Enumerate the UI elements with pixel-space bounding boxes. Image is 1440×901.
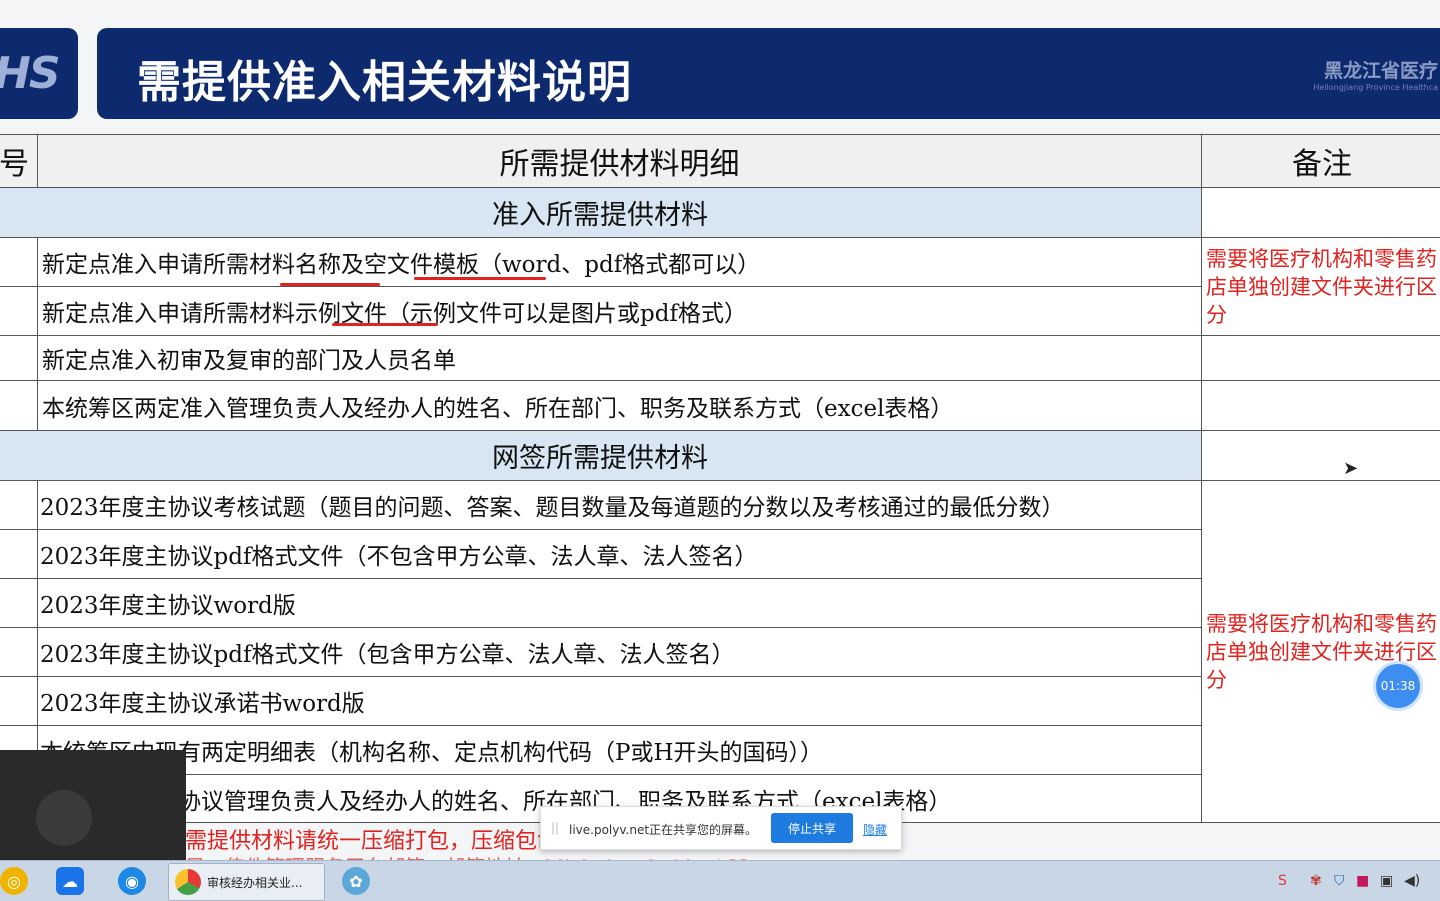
shield-icon[interactable]: ⛉	[1334, 873, 1345, 889]
table-row: 2023年度主协议pdf格式文件（不包含甲方公章、法人章、法人签名）	[37, 529, 1202, 579]
row-seq	[0, 578, 38, 628]
chat-app-icon[interactable]: ✿	[342, 867, 370, 895]
annotation-underline	[414, 277, 546, 280]
row-seq	[0, 480, 38, 530]
tray-notify-icon[interactable]: ■	[1356, 873, 1369, 889]
floating-timer[interactable]: 01:38	[1376, 664, 1420, 708]
taskbar-app-label: 审核经办相关业...	[207, 875, 303, 890]
annotation-underline	[332, 323, 438, 326]
col-header-desc: 所需提供材料明细	[37, 134, 1202, 188]
screen-share-bar: || live.polyv.net正在共享您的屏幕。 停止共享 隐藏	[540, 806, 902, 850]
table-row: 2023年度主协议pdf格式文件（包含甲方公章、法人章、法人签名）	[37, 627, 1202, 677]
table-row: 2023年度主协议承诺书word版	[37, 676, 1202, 726]
note-cell-section1: 需要将医疗机构和零售药店单独创建文件夹进行区分	[1201, 237, 1440, 336]
annotation-underline	[280, 283, 380, 286]
title-bar: 需提供准入相关材料说明 黑龙江省医疗 Heilongjiang Province…	[97, 28, 1440, 119]
row-seq	[0, 335, 38, 381]
webcam-preview[interactable]	[0, 750, 186, 860]
org-name: 黑龙江省医疗	[1323, 60, 1438, 82]
table-row: 新定点准入初审及复审的部门及人员名单	[37, 335, 1202, 381]
col-header-note: 备注	[1201, 134, 1440, 188]
taskbar-active-app[interactable]: 审核经办相关业...	[168, 863, 325, 901]
table-row: 新定点准入申请所需材料示例文件（示例文件可以是图片或pdf格式）	[37, 286, 1202, 336]
note-cell-empty	[1201, 335, 1440, 381]
table-row: 本统筹区内现有两定明细表（机构名称、定点机构代码（P或H开头的国码））	[37, 725, 1202, 775]
mouse-cursor-icon: ➤	[1343, 458, 1359, 479]
section-note-empty	[1201, 187, 1440, 238]
table-row: 2023年度主协议word版	[37, 578, 1202, 628]
org-name-en: Heilongjiang Province Healthca	[1313, 83, 1438, 92]
table-row: 新定点准入申请所需材料名称及空文件模板（word、pdf格式都可以）	[37, 237, 1202, 287]
share-message: live.polyv.net正在共享您的屏幕。	[569, 823, 758, 837]
ime-icon[interactable]: S	[1278, 873, 1287, 889]
table-row: 本统筹区两定准入管理负责人及经办人的姓名、所在部门、职务及联系方式（excel表…	[37, 380, 1202, 431]
taskbar: ◎ ☁ ◉ 审核经办相关业... ✿ S ✾ ⛉ ■ ▣ ◀)	[0, 860, 1440, 901]
row-seq	[0, 676, 38, 726]
section-note-empty	[1201, 430, 1440, 481]
note-cell-section2: 需要将医疗机构和零售药店单独创建文件夹进行区分	[1201, 480, 1440, 823]
logo-text: HS	[0, 48, 61, 99]
network-icon[interactable]: ▣	[1380, 873, 1393, 889]
table-row: 2023年度主协议考核试题（题目的问题、答案、题目数量及每道题的分数以及考核通过…	[37, 480, 1202, 530]
browser-icon	[175, 869, 201, 895]
section-title-contract: 网签所需提供材料	[0, 430, 1202, 481]
section-title-admission: 准入所需提供材料	[0, 187, 1202, 238]
col-header-seq: 号	[0, 134, 38, 188]
network-app-icon[interactable]: ◉	[118, 867, 146, 895]
row-seq	[0, 286, 38, 336]
row-seq	[0, 380, 38, 431]
start-icon[interactable]: ◎	[0, 867, 28, 895]
cloud-app-icon[interactable]: ☁	[56, 867, 84, 895]
hide-link[interactable]: 隐藏	[863, 821, 887, 838]
drag-handle-icon[interactable]: ||	[551, 821, 559, 835]
logo-block: HS	[0, 28, 78, 119]
volume-icon[interactable]: ◀)	[1404, 873, 1420, 889]
stop-sharing-button[interactable]: 停止共享	[771, 813, 853, 843]
row-seq	[0, 529, 38, 579]
note-cell-empty	[1201, 380, 1440, 431]
page-title: 需提供准入相关材料说明	[137, 57, 632, 108]
avatar-icon	[36, 790, 92, 846]
row-seq	[0, 627, 38, 677]
tray-app-icon[interactable]: ✾	[1310, 873, 1322, 889]
row-seq	[0, 237, 38, 287]
